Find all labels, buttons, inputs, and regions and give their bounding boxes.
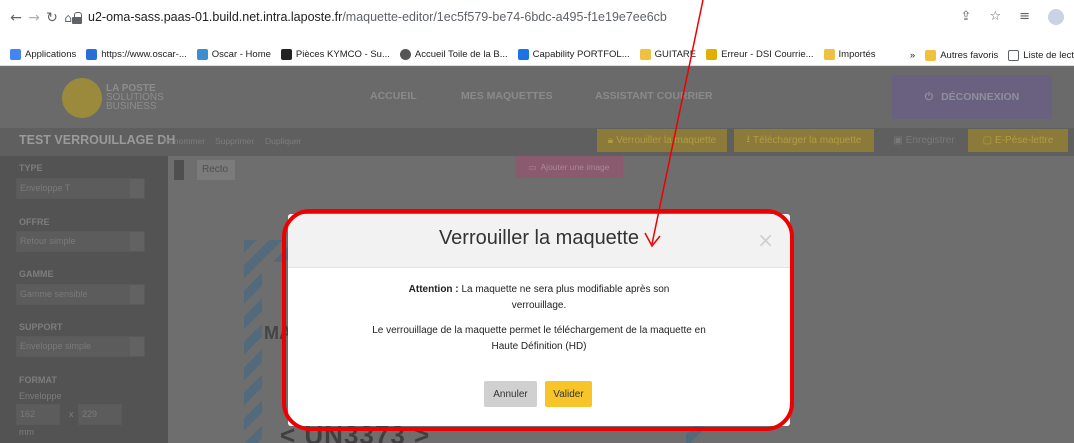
bookmark-item[interactable]: Pièces KYMCO - Su... bbox=[280, 49, 390, 60]
scale-icon: ▢ bbox=[982, 135, 993, 146]
reading-mode-icon[interactable]: ≡ bbox=[1019, 9, 1030, 25]
power-icon: ⏻ bbox=[924, 90, 934, 103]
reading-list[interactable]: Liste de lect bbox=[1008, 49, 1074, 61]
folder-icon bbox=[823, 49, 835, 60]
bookmark-favicon-icon bbox=[196, 49, 208, 60]
type-label: TYPE bbox=[19, 163, 43, 173]
chevron-down-icon bbox=[130, 232, 144, 251]
rename-link[interactable]: Renommer bbox=[163, 136, 205, 146]
collapse-sidebar-icon[interactable] bbox=[174, 160, 184, 180]
chevron-down-icon bbox=[130, 179, 144, 198]
bookmark-folder[interactable]: Importés bbox=[823, 49, 876, 60]
format-sub-label: Enveloppe bbox=[19, 391, 62, 401]
image-icon: ▭ bbox=[528, 161, 537, 172]
url-host: u2-oma-sass.paas-01.build.net.intra.lapo… bbox=[88, 10, 343, 24]
apps-grid-icon bbox=[10, 49, 21, 60]
bookmark-item[interactable]: Oscar - Home bbox=[196, 49, 271, 60]
other-favorites[interactable]: Autres favoris bbox=[925, 49, 998, 61]
gamme-select[interactable]: Gamme sensible bbox=[16, 284, 145, 305]
width-input[interactable]: 162 bbox=[16, 404, 60, 425]
nav-mes-maquettes[interactable]: MES MAQUETTES bbox=[461, 90, 553, 102]
lock-mockup-button[interactable]: 🔒︎ Verrouiller la maquette bbox=[597, 129, 727, 152]
lock-icon[interactable] bbox=[72, 12, 82, 24]
document-title: TEST VERROUILLAGE DH bbox=[19, 133, 176, 147]
forward-icon[interactable]: → bbox=[26, 10, 42, 26]
bookmark-item[interactable]: Capability PORTFOL... bbox=[517, 49, 630, 60]
bookmark-item[interactable]: Erreur - DSI Courrie... bbox=[706, 49, 814, 60]
bookmark-favicon-icon bbox=[280, 49, 292, 60]
logout-button[interactable]: ⏻ DÉCONNEXION bbox=[892, 75, 1052, 119]
add-image-button[interactable]: ▭ Ajouter une image bbox=[515, 156, 623, 178]
cancel-button[interactable]: Annuler bbox=[484, 381, 537, 407]
back-icon[interactable]: ← bbox=[8, 10, 24, 26]
type-select[interactable]: Enveloppe T bbox=[16, 178, 145, 199]
address-bar[interactable]: u2-oma-sass.paas-01.build.net.intra.lapo… bbox=[88, 10, 667, 24]
bookmarks-overflow[interactable]: » bbox=[910, 50, 915, 61]
tab-recto[interactable]: Recto bbox=[197, 160, 235, 180]
bookmark-favicon-icon bbox=[86, 49, 98, 60]
chevron-down-icon bbox=[130, 285, 144, 304]
share-icon[interactable]: ⇪ bbox=[961, 9, 972, 25]
folder-icon bbox=[925, 49, 937, 61]
chevron-down-icon bbox=[130, 337, 144, 356]
save-button[interactable]: ▣ Enregistrer bbox=[884, 129, 964, 152]
globe-icon bbox=[399, 49, 411, 60]
lock-icon: 🔒︎ bbox=[607, 135, 614, 146]
star-icon[interactable]: ☆ bbox=[989, 9, 1001, 25]
browser-toolbar: ← → ↻ ⌂ u2-oma-sass.paas-01.build.net.in… bbox=[0, 0, 1074, 44]
url-path: /maquette-editor/1ec5f579-be74-6bdc-a495… bbox=[342, 10, 667, 24]
height-input[interactable]: 229 bbox=[78, 404, 122, 425]
e-pese-lettre-button[interactable]: ▢ E-Pèse-lettre bbox=[968, 129, 1068, 152]
logo-mark-icon bbox=[62, 78, 102, 118]
dialog-header: Verrouiller la maquette × bbox=[288, 214, 790, 268]
reading-list-icon bbox=[1008, 49, 1020, 61]
dialog-warning: Attention : La maquette ne sera plus mod… bbox=[384, 282, 694, 314]
reload-icon[interactable]: ↻ bbox=[44, 10, 60, 26]
profile-avatar-icon[interactable] bbox=[1048, 9, 1064, 25]
duplicate-link[interactable]: Dupliquer bbox=[265, 136, 301, 146]
save-icon: ▣ bbox=[893, 135, 903, 146]
offre-select[interactable]: Retour simple bbox=[16, 231, 145, 252]
support-select[interactable]: Enveloppe simple bbox=[16, 336, 145, 357]
delete-link[interactable]: Supprimer bbox=[215, 136, 254, 146]
unit-label: mm bbox=[19, 427, 34, 437]
close-icon[interactable]: × bbox=[757, 228, 774, 252]
attention-text: La maquette ne sera plus modifiable aprè… bbox=[461, 284, 670, 311]
download-mockup-button[interactable]: ⭳ Télécharger la maquette bbox=[734, 129, 874, 152]
folder-icon bbox=[639, 49, 651, 60]
bookmarks-bar: Applications https://www.oscar-... Oscar… bbox=[0, 44, 1074, 66]
la-poste-logo[interactable]: LA POSTE SOLUTIONS BUSINESS bbox=[62, 78, 172, 118]
bookmark-item[interactable]: Accueil Toile de la B... bbox=[399, 49, 508, 60]
bookmark-favicon-icon bbox=[517, 49, 529, 60]
bookmark-item[interactable]: https://www.oscar-... bbox=[86, 49, 187, 60]
bookmark-item[interactable]: Applications bbox=[10, 49, 76, 60]
dialog-title: Verrouiller la maquette bbox=[438, 227, 640, 249]
support-label: SUPPORT bbox=[19, 322, 63, 332]
gamme-label: GAMME bbox=[19, 269, 54, 279]
dialog-info: Le verrouillage de la maquette permet le… bbox=[372, 325, 706, 352]
bookmark-folder[interactable]: GUITARE bbox=[639, 49, 696, 60]
lock-confirm-dialog: Verrouiller la maquette × Attention : La… bbox=[288, 214, 790, 426]
logo-line: BUSINESS bbox=[106, 101, 157, 112]
attention-label: Attention : bbox=[408, 284, 459, 295]
nav-assistant-courrier[interactable]: ASSISTANT COURRIER bbox=[595, 90, 713, 102]
confirm-button[interactable]: Valider bbox=[545, 381, 592, 407]
download-icon: ⭳ bbox=[746, 134, 751, 145]
offre-label: OFFRE bbox=[19, 217, 50, 227]
bookmark-favicon-icon bbox=[706, 49, 718, 60]
format-label: FORMAT bbox=[19, 375, 57, 385]
dimension-separator: x bbox=[69, 409, 74, 419]
nav-accueil[interactable]: ACCUEIL bbox=[370, 90, 417, 102]
